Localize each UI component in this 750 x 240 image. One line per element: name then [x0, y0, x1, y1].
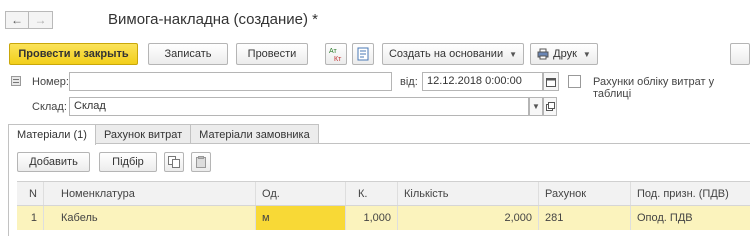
column-header-coefficient[interactable]: К.	[346, 182, 398, 205]
open-link-icon	[545, 102, 555, 111]
cell-vat-sign[interactable]: Опод. ПДВ	[631, 206, 750, 230]
clipboard-icon	[196, 156, 206, 168]
expense-accounts-checkbox[interactable]	[568, 75, 581, 88]
warehouse-input[interactable]: Склад	[69, 97, 529, 116]
tab-expense-account[interactable]: Рахунок витрат	[94, 124, 192, 144]
dt-kt-icon: АтКт	[329, 48, 342, 62]
warehouse-open-button[interactable]	[543, 97, 557, 116]
print-button[interactable]: Друк ▼	[530, 43, 598, 65]
calendar-button[interactable]	[543, 72, 559, 91]
tab-materials[interactable]: Матеріали (1)	[8, 124, 96, 145]
cell-unit[interactable]: м	[256, 206, 346, 230]
cell-coefficient[interactable]: 1,000	[346, 206, 398, 230]
chevron-down-icon: ▼	[582, 49, 591, 59]
forward-button[interactable]: →	[29, 11, 53, 29]
select-button[interactable]: Підбір	[99, 152, 157, 172]
navigation-buttons: ← →	[5, 11, 53, 29]
page-title: Вимога-накладна (создание) *	[108, 11, 318, 28]
column-header-item[interactable]: Номенклатура	[44, 182, 256, 205]
svg-text:Кт: Кт	[334, 56, 342, 62]
arrow-right-icon: →	[34, 13, 47, 27]
materials-table: N Номенклатура Од. К. Кількість Рахунок …	[17, 181, 750, 230]
table-row[interactable]: 1 Кабель м 1,000 2,000 281 Опод. ПДВ	[17, 206, 750, 230]
save-button[interactable]: Записать	[148, 43, 228, 65]
accounting-entries-button[interactable]: Ат Кт	[325, 43, 347, 65]
expense-accounts-label: Рахунки обліку витрат у таблиці	[593, 76, 715, 100]
number-label: Номер:	[32, 76, 69, 88]
back-button[interactable]: ←	[5, 11, 29, 29]
print-label: Друк	[553, 48, 577, 60]
column-header-vat-sign[interactable]: Под. призн. (ПДВ)	[631, 182, 750, 205]
more-actions-button[interactable]	[730, 43, 750, 65]
copy-row-button[interactable]	[164, 152, 184, 172]
column-header-quantity[interactable]: Кількість	[398, 182, 539, 205]
copy-icon	[168, 156, 180, 168]
warehouse-label: Склад:	[32, 101, 67, 113]
printer-icon	[537, 48, 549, 60]
post-and-close-button[interactable]: Провести и закрыть	[9, 43, 138, 65]
table-header: N Номенклатура Од. К. Кількість Рахунок …	[17, 182, 750, 206]
svg-text:Ат: Ат	[329, 48, 338, 55]
number-input[interactable]	[69, 72, 392, 91]
tab-bar: Матеріали (1) Рахунок витрат Матеріали з…	[8, 124, 319, 145]
post-button[interactable]: Провести	[236, 43, 308, 65]
tab-customer-materials[interactable]: Матеріали замовника	[190, 124, 319, 144]
date-input[interactable]: 12.12.2018 0:00:00	[422, 72, 543, 91]
column-header-account[interactable]: Рахунок	[539, 182, 631, 205]
column-header-n[interactable]: N	[17, 182, 44, 205]
arrow-left-icon: ←	[11, 13, 23, 27]
number-field-icon	[11, 76, 21, 86]
paste-button[interactable]	[191, 152, 211, 172]
chevron-down-icon: ▼	[509, 49, 518, 59]
warehouse-dropdown-button[interactable]: ▼	[529, 97, 543, 116]
add-row-button[interactable]: Добавить	[17, 152, 90, 172]
cell-account[interactable]: 281	[539, 206, 631, 230]
column-header-unit[interactable]: Од.	[256, 182, 346, 205]
cell-n[interactable]: 1	[17, 206, 44, 230]
cell-quantity[interactable]: 2,000	[398, 206, 539, 230]
document-icon	[357, 47, 369, 61]
calendar-icon	[546, 77, 556, 87]
chevron-down-icon: ▼	[532, 102, 540, 111]
report-button[interactable]	[352, 43, 374, 65]
command-bar: Провести и закрыть Записать Провести Ат К…	[9, 43, 750, 65]
cell-item[interactable]: Кабель	[44, 206, 256, 230]
create-based-on-button[interactable]: Создать на основании ▼	[382, 43, 524, 65]
date-label: від:	[400, 76, 418, 88]
create-based-on-label: Создать на основании	[388, 48, 504, 60]
